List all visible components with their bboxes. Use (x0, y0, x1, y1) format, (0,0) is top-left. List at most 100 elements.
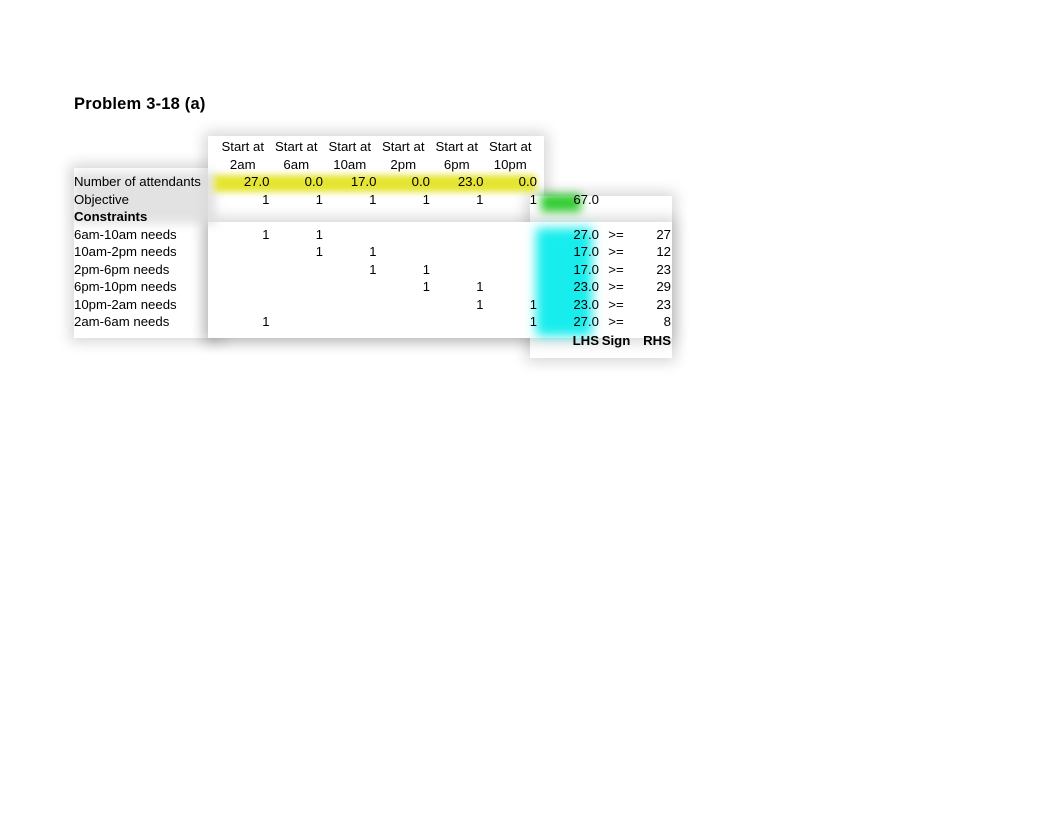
column-header-start-at-2am: Start at 2am (216, 138, 270, 173)
constraint-rhs[interactable]: 23 (633, 296, 671, 314)
constraint-label-6pm-10pm: 6pm-10pm needs (74, 279, 177, 294)
constraint-rhs[interactable]: 29 (633, 278, 671, 296)
column-header-line2: 2pm (390, 156, 417, 172)
cell-objective-coef-6pm[interactable]: 1 (430, 191, 483, 209)
constraint-coef[interactable] (484, 261, 538, 279)
constraint-label-2pm-6pm: 2pm-6pm needs (74, 261, 170, 277)
column-header-start-at-6pm: Start at 6pm (430, 138, 484, 173)
spacer-cell (537, 296, 553, 314)
constraint-coef[interactable]: 1 (216, 226, 269, 244)
cell-objective-value[interactable]: 67.0 (553, 191, 599, 209)
constraint-lhs[interactable]: 17.0 (553, 261, 599, 279)
constraint-coef[interactable] (270, 313, 324, 331)
constraint-coef[interactable]: 1 (377, 261, 430, 279)
blank-sign-cell (599, 208, 633, 226)
cell-attendants-10am[interactable]: 17.0 (323, 173, 377, 191)
table-header-row: Start at 2am Start at 6am Start at 10am … (74, 138, 671, 173)
constraint-coef[interactable]: 1 (484, 296, 537, 314)
blank-cell (430, 208, 484, 226)
row-constraints-header: Constraints (74, 208, 671, 226)
constraint-coef[interactable] (484, 278, 538, 296)
constraint-coef[interactable] (377, 243, 431, 261)
cell-attendants-6pm[interactable]: 23.0 (430, 173, 484, 191)
solver-model-table: Start at 2am Start at 6am Start at 10am … (74, 138, 671, 351)
constraint-lhs[interactable]: 23.0 (553, 278, 599, 296)
constraint-rhs[interactable]: 27 (633, 226, 671, 244)
constraint-coef[interactable]: 1 (323, 243, 376, 261)
table-row: 10pm-2am needs 1 1 23.0 >= 23 (74, 296, 671, 314)
blank-cell (216, 208, 270, 226)
constraint-lhs[interactable]: 27.0 (553, 313, 599, 331)
constraint-coef[interactable] (216, 243, 270, 261)
constraint-coef[interactable]: 1 (377, 278, 430, 296)
constraint-coef[interactable]: 1 (216, 313, 269, 331)
constraint-coef[interactable]: 1 (430, 278, 483, 296)
cell-attendants-6am[interactable]: 0.0 (270, 173, 323, 191)
constraint-coef[interactable] (323, 278, 377, 296)
column-header-start-at-6am: Start at 6am (270, 138, 324, 173)
constraint-coef[interactable] (216, 296, 270, 314)
constraint-coef[interactable] (270, 278, 324, 296)
cell-objective-coef-10pm[interactable]: 1 (484, 191, 537, 209)
constraint-rhs[interactable]: 8 (633, 313, 671, 331)
table-row: 2pm-6pm needs 1 1 17.0 >= 23 (74, 261, 671, 279)
blank-cell (270, 208, 324, 226)
constraint-coef[interactable] (430, 261, 484, 279)
column-header-line1: Start at (274, 139, 318, 154)
constraint-coef[interactable] (377, 296, 431, 314)
cell-objective-coef-10am[interactable]: 1 (323, 191, 376, 209)
constraint-rhs[interactable]: 12 (633, 243, 671, 261)
cell-objective-coef-2am[interactable]: 1 (216, 191, 269, 209)
constraint-coef[interactable] (430, 243, 484, 261)
constraint-sign[interactable]: >= (599, 278, 633, 296)
constraint-sign[interactable]: >= (599, 261, 633, 279)
blank-cell (377, 208, 431, 226)
constraint-coef[interactable] (270, 261, 324, 279)
constraint-coef[interactable]: 1 (323, 261, 376, 279)
constraint-coef[interactable]: 1 (270, 243, 323, 261)
constraint-lhs[interactable]: 27.0 (553, 226, 599, 244)
constraint-lhs[interactable]: 17.0 (553, 243, 599, 261)
cell-attendants-2am[interactable]: 27.0 (216, 173, 270, 191)
constraint-coef[interactable] (323, 226, 377, 244)
constraint-coef[interactable]: 1 (270, 226, 323, 244)
constraint-coef[interactable] (216, 278, 270, 296)
column-header-line2: 10pm (493, 156, 527, 172)
constraint-coef[interactable] (377, 226, 431, 244)
constraint-coef[interactable] (216, 261, 270, 279)
footer-blank-cell (377, 331, 431, 351)
constraint-coef[interactable] (323, 296, 377, 314)
constraint-coef[interactable] (270, 296, 324, 314)
footer-blank-cell (323, 331, 377, 351)
constraint-rhs[interactable]: 23 (633, 261, 671, 279)
footer-label-lhs: LHS (572, 332, 599, 348)
blank-lhs-cell (553, 208, 599, 226)
constraint-lhs[interactable]: 23.0 (553, 296, 599, 314)
constraint-coef[interactable] (323, 313, 377, 331)
constraint-sign[interactable]: >= (599, 296, 633, 314)
constraint-sign[interactable]: >= (599, 313, 633, 331)
cell-objective-coef-2pm[interactable]: 1 (377, 191, 430, 209)
constraint-sign[interactable]: >= (599, 226, 633, 244)
constraint-coef[interactable]: 1 (430, 296, 483, 314)
constraint-coef[interactable] (484, 226, 538, 244)
constraint-coef[interactable] (377, 313, 431, 331)
constraint-coef[interactable] (430, 226, 484, 244)
column-header-line1: Start at (221, 139, 264, 154)
column-header-start-at-10pm: Start at 10pm (484, 138, 538, 173)
column-header-line1: Start at (381, 139, 425, 154)
constraint-coef[interactable] (484, 243, 538, 261)
blank-sign-cell (599, 173, 633, 191)
constraint-sign[interactable]: >= (599, 243, 633, 261)
constraint-coef[interactable]: 1 (484, 313, 537, 331)
table-row: 10am-2pm needs 1 1 17.0 >= 12 (74, 243, 671, 261)
cell-objective-coef-6am[interactable]: 1 (270, 191, 323, 209)
spacer-cell (537, 278, 553, 296)
header-lhs-blank-cell (553, 138, 599, 173)
column-header-line1: Start at (488, 139, 532, 154)
constraint-label-10am-2pm: 10am-2pm needs (74, 244, 177, 259)
constraint-coef[interactable] (430, 313, 484, 331)
spacer-cell (537, 261, 553, 279)
cell-attendants-2pm[interactable]: 0.0 (377, 173, 430, 191)
cell-attendants-10pm[interactable]: 0.0 (484, 173, 537, 191)
